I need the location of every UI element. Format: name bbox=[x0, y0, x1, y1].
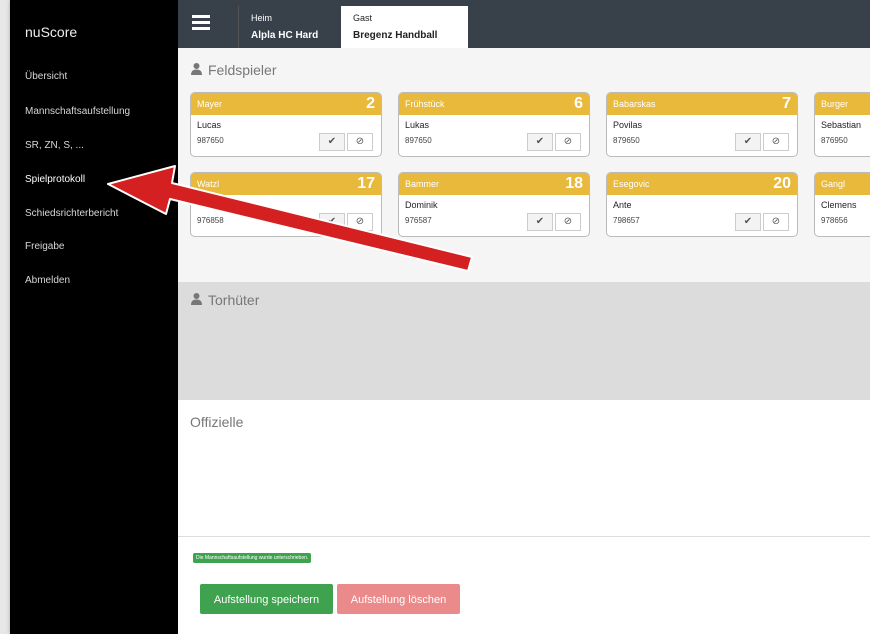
sidebar-item-schiedsrichterbericht[interactable]: Schiedsrichterbericht bbox=[25, 208, 118, 219]
feldspieler-card[interactable]: GanglClemens978656✔⊘ bbox=[814, 172, 870, 237]
feldspieler-card[interactable]: BurgerSebastian876950✔⊘ bbox=[814, 92, 870, 157]
player-firstname: Sebastian bbox=[821, 120, 862, 130]
player-firstname: Lukas bbox=[405, 120, 430, 130]
torhueter-heading: Torhüter bbox=[190, 292, 259, 308]
user-icon bbox=[190, 62, 203, 78]
feldspieler-heading: Feldspieler bbox=[190, 62, 276, 78]
player-id: 978656 bbox=[821, 216, 848, 225]
not-available-icon[interactable]: ⊘ bbox=[347, 133, 373, 151]
sidebar-item-uebersicht[interactable]: Übersicht bbox=[25, 71, 67, 82]
feldspieler-card[interactable]: Watzl 17 976858 ✔ ⊘ bbox=[190, 172, 382, 237]
feldspieler-card[interactable]: Babarskas 7 Povilas 879650 ✔ ⊘ bbox=[606, 92, 798, 157]
feldspieler-card[interactable]: Esegovic 20 Ante 798657 ✔ ⊘ bbox=[606, 172, 798, 237]
player-surname: Mayer bbox=[197, 99, 223, 109]
tab-heim[interactable]: Heim Alpla HC Hard bbox=[238, 6, 342, 48]
feldspieler-card[interactable]: Frühstück 6 Lukas 897650 ✔ ⊘ bbox=[398, 92, 590, 157]
user-icon bbox=[190, 292, 203, 308]
tab-heim-team: Alpla HC Hard bbox=[251, 30, 319, 41]
player-firstname: Ante bbox=[613, 200, 632, 210]
card-header: Esegovic 20 bbox=[607, 173, 797, 195]
player-surname: Watzl bbox=[197, 179, 220, 189]
card-header: Frühstück 6 bbox=[399, 93, 589, 115]
sidebar-item-mannschaftsaufstellung[interactable]: Mannschaftsaufstellung bbox=[25, 106, 130, 117]
tab-gast-label: Gast bbox=[353, 13, 373, 23]
check-icon[interactable]: ✔ bbox=[527, 213, 553, 231]
tab-gast-team: Bregenz Handball bbox=[353, 30, 438, 41]
player-surname: Gangl bbox=[821, 179, 846, 189]
card-header: Bammer 18 bbox=[399, 173, 589, 195]
check-icon[interactable]: ✔ bbox=[319, 213, 345, 231]
player-firstname: Clemens bbox=[821, 200, 857, 210]
tab-heim-label: Heim bbox=[251, 13, 273, 23]
player-id: 976587 bbox=[405, 216, 432, 225]
player-surname: Frühstück bbox=[405, 99, 445, 109]
player-surname: Bammer bbox=[405, 179, 440, 189]
card-header: Burger bbox=[815, 93, 870, 115]
player-id: 879650 bbox=[613, 136, 640, 145]
card-header: Mayer 2 bbox=[191, 93, 381, 115]
not-available-icon[interactable]: ⊘ bbox=[347, 213, 373, 231]
sidebar-item-spielprotokoll[interactable]: Spielprotokoll bbox=[25, 174, 85, 185]
status-badge: Die Mannschaftsaufstellung wurde untersc… bbox=[193, 553, 312, 563]
player-firstname: Dominik bbox=[405, 200, 438, 210]
card-header: Gangl bbox=[815, 173, 870, 195]
player-number: 6 bbox=[574, 95, 583, 112]
save-lineup-button[interactable]: Aufstellung speichern bbox=[200, 584, 333, 614]
sidebar-item-abmelden[interactable]: Abmelden bbox=[25, 275, 70, 286]
check-icon[interactable]: ✔ bbox=[735, 133, 761, 151]
not-available-icon[interactable]: ⊘ bbox=[555, 133, 581, 151]
player-number: 7 bbox=[782, 95, 791, 112]
feldspieler-card[interactable]: Bammer 18 Dominik 976587 ✔ ⊘ bbox=[398, 172, 590, 237]
player-id: 876950 bbox=[821, 136, 848, 145]
check-icon[interactable]: ✔ bbox=[735, 213, 761, 231]
brand-logo: nuScore bbox=[25, 24, 78, 40]
offizielle-title: Offizielle bbox=[190, 414, 244, 430]
player-id: 976858 bbox=[197, 216, 224, 225]
card-header: Watzl 17 bbox=[191, 173, 381, 195]
player-firstname: Lucas bbox=[197, 120, 222, 130]
app-page: nuScore Übersicht Mannschaftsaufstellung… bbox=[10, 0, 870, 634]
feldspieler-title: Feldspieler bbox=[208, 62, 277, 78]
sidebar-item-freigabe[interactable]: Freigabe bbox=[25, 241, 64, 252]
player-firstname: Povilas bbox=[613, 120, 643, 130]
player-number: 2 bbox=[366, 95, 375, 112]
player-id: 897650 bbox=[405, 136, 432, 145]
hamburger-menu-icon[interactable] bbox=[190, 13, 214, 33]
player-number: 20 bbox=[773, 175, 791, 192]
player-surname: Esegovic bbox=[613, 179, 650, 189]
check-icon[interactable]: ✔ bbox=[319, 133, 345, 151]
player-surname: Burger bbox=[821, 99, 849, 109]
player-id: 798657 bbox=[613, 216, 640, 225]
sidebar: nuScore Übersicht Mannschaftsaufstellung… bbox=[10, 0, 178, 634]
feldspieler-card[interactable]: Mayer 2 Lucas 987650 ✔ ⊘ bbox=[190, 92, 382, 157]
sidebar-item-sr-zn[interactable]: SR, ZN, S, ... bbox=[25, 140, 84, 151]
delete-lineup-button[interactable]: Aufstellung löschen bbox=[337, 584, 460, 614]
not-available-icon[interactable]: ⊘ bbox=[763, 133, 789, 151]
tab-gast[interactable]: Gast Bregenz Handball bbox=[341, 6, 468, 48]
player-id: 987650 bbox=[197, 136, 224, 145]
player-number: 17 bbox=[357, 175, 375, 192]
not-available-icon[interactable]: ⊘ bbox=[763, 213, 789, 231]
check-icon[interactable]: ✔ bbox=[527, 133, 553, 151]
offizielle-section bbox=[178, 400, 870, 537]
torhueter-title: Torhüter bbox=[208, 292, 260, 308]
not-available-icon[interactable]: ⊘ bbox=[555, 213, 581, 231]
feldspieler-section bbox=[178, 48, 870, 282]
player-number: 18 bbox=[565, 175, 583, 192]
player-surname: Babarskas bbox=[613, 99, 656, 109]
torhueter-section bbox=[178, 282, 870, 400]
card-header: Babarskas 7 bbox=[607, 93, 797, 115]
